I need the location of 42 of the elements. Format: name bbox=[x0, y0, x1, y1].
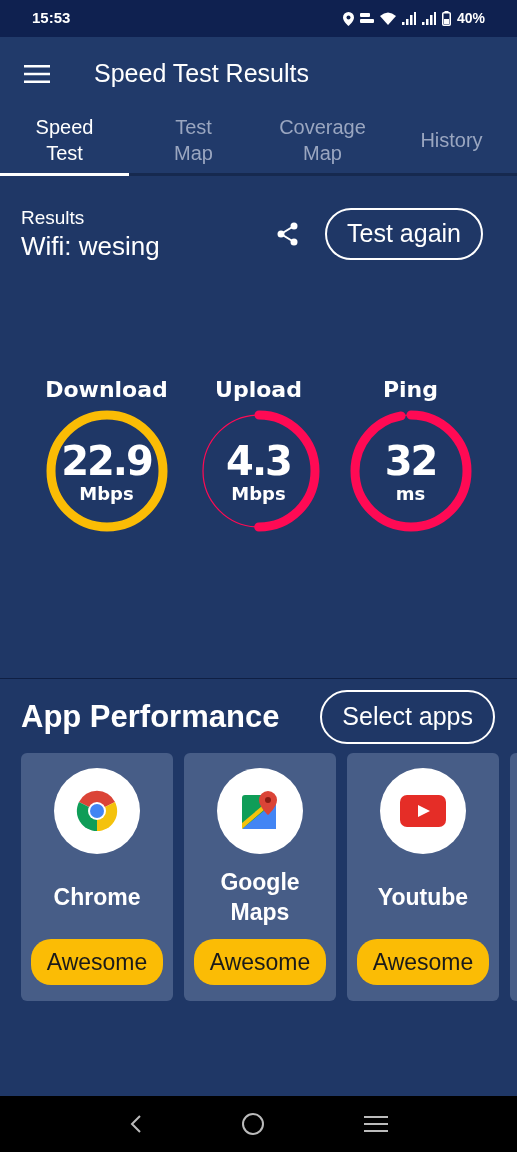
signal-icon bbox=[401, 12, 416, 25]
gauge-label: Ping bbox=[382, 378, 439, 402]
gauge-label: Upload bbox=[215, 378, 302, 402]
network-name: Wifi: wesing bbox=[21, 230, 160, 262]
rating-badge: Awesome bbox=[357, 939, 489, 985]
chrome-icon bbox=[74, 788, 120, 834]
gauge-value: 22.9 bbox=[61, 438, 152, 484]
battery-percent: 40% bbox=[456, 9, 485, 28]
gauge-value: 4.3 bbox=[226, 438, 291, 484]
play-icon bbox=[400, 795, 446, 827]
app-name: Youtube bbox=[376, 882, 470, 912]
results-heading: Results bbox=[21, 206, 86, 230]
app-card[interactable]: Youtube Awesome bbox=[347, 753, 499, 1001]
test-again-button[interactable]: Test again bbox=[325, 208, 483, 260]
app-name: Chrome bbox=[52, 882, 142, 912]
signal-icon bbox=[421, 12, 436, 25]
page-title: Speed Test Results bbox=[94, 57, 309, 89]
menu-icon[interactable] bbox=[24, 64, 50, 83]
rating-badge: Awesome bbox=[194, 939, 326, 985]
gauge-value: 32 bbox=[384, 438, 437, 484]
rating-badge: Awesome bbox=[31, 939, 163, 985]
battery-icon bbox=[441, 11, 451, 26]
app-card[interactable]: Chrome Awesome bbox=[21, 753, 173, 1001]
share-icon[interactable] bbox=[277, 222, 300, 246]
home-icon[interactable] bbox=[241, 1112, 266, 1136]
status-time: 15:53 bbox=[32, 8, 71, 29]
tab[interactable]: Speed Test bbox=[0, 110, 129, 176]
section-title: App Performance bbox=[21, 697, 280, 736]
app-name: Google Maps bbox=[219, 867, 301, 927]
tab[interactable]: History bbox=[387, 110, 516, 176]
select-apps-button[interactable]: Select apps bbox=[320, 690, 495, 744]
tab[interactable]: Coverage Map bbox=[258, 110, 387, 176]
location-icon bbox=[342, 11, 354, 26]
recents-icon[interactable] bbox=[363, 1115, 388, 1133]
tab[interactable]: Test Map bbox=[129, 110, 258, 176]
gauge-unit: Mbps bbox=[231, 484, 286, 504]
wifi-icon bbox=[379, 12, 396, 25]
gauge-unit: Mbps bbox=[79, 484, 134, 504]
back-icon[interactable] bbox=[129, 1114, 144, 1134]
gauge-unit: ms bbox=[395, 484, 426, 504]
app-card[interactable]: Google Maps Awesome bbox=[184, 753, 336, 1001]
gauge-label: Download bbox=[45, 378, 168, 402]
